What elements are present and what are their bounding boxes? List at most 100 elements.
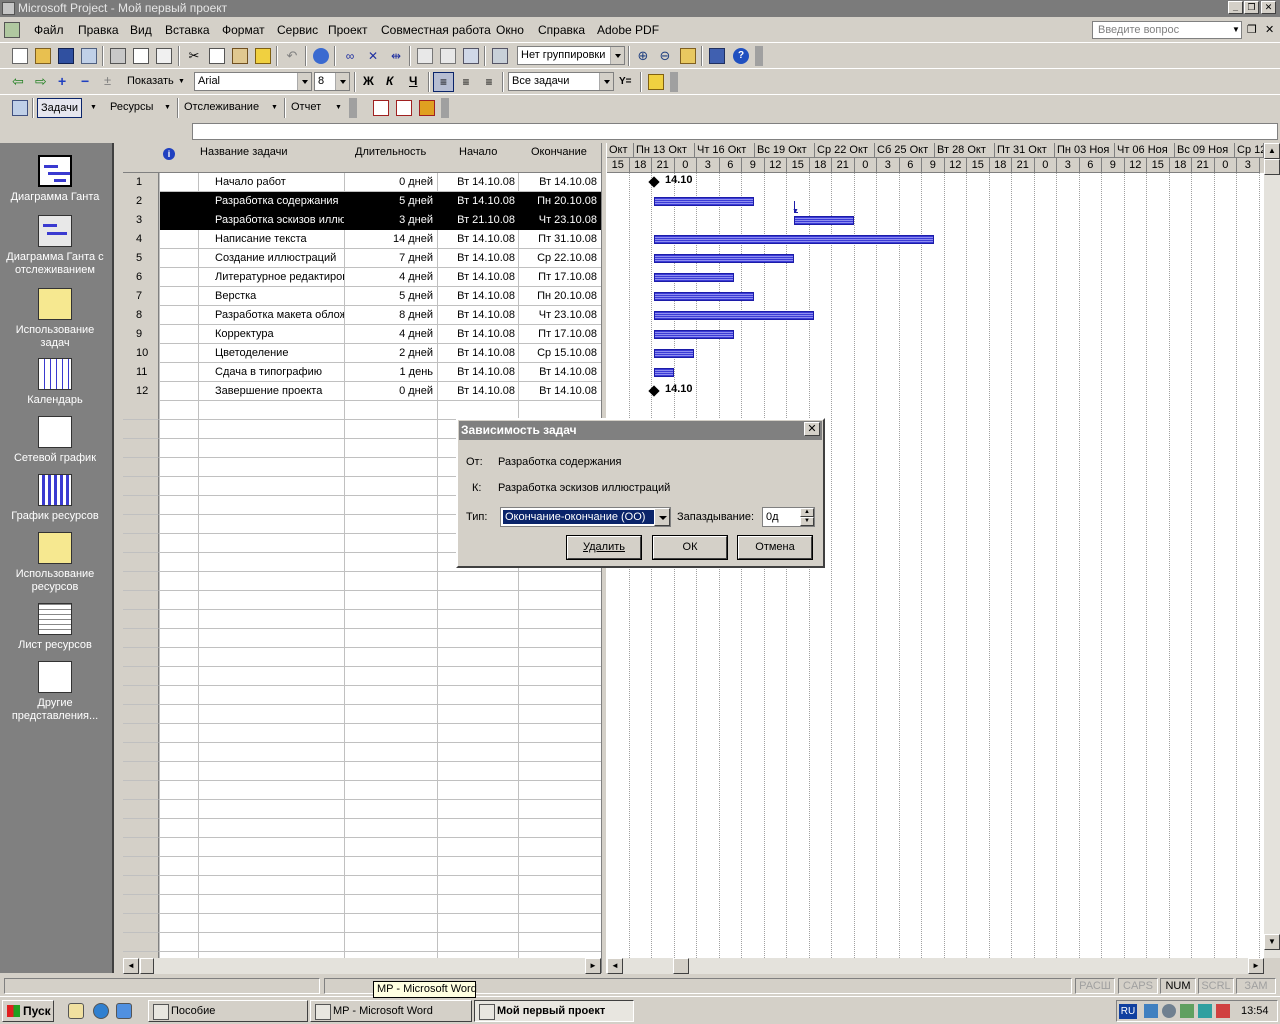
scroll-up-icon[interactable]: ▲ xyxy=(1264,143,1280,159)
pdf-email-icon[interactable] xyxy=(396,100,412,116)
start-cell[interactable]: Вт 14.10.08 xyxy=(437,249,518,268)
dialog-close-icon[interactable]: ✕ xyxy=(804,422,820,436)
row-id[interactable]: 4 xyxy=(123,230,159,249)
language-indicator[interactable]: RU xyxy=(1119,1004,1137,1019)
finish-cell[interactable]: Пт 17.10.08 xyxy=(519,325,599,344)
notes-icon[interactable] xyxy=(440,48,456,64)
start-cell[interactable]: Вт 14.10.08 xyxy=(437,230,518,249)
row-id[interactable]: 9 xyxy=(123,325,159,344)
duration-cell[interactable]: 7 дней xyxy=(345,249,436,268)
row-cells[interactable]: Разработка содержания 5 дней Вт 14.10.08 Пн… xyxy=(160,192,601,211)
gantt-scroll-left-icon[interactable]: ◄ xyxy=(607,958,623,974)
gantt-vscrollbar[interactable]: ▲ ▼ xyxy=(1264,143,1280,958)
start-cell[interactable]: Вт 14.10.08 xyxy=(437,306,518,325)
task-bar[interactable] xyxy=(654,330,734,339)
row-cells[interactable]: Разработка макета обложки 8 дней Вт 14.10.… xyxy=(160,306,601,325)
view-network-diagram[interactable]: Сетевой график xyxy=(0,416,110,465)
row-id[interactable]: 3 xyxy=(123,211,159,230)
view-resource-sheet[interactable]: Лист ресурсов xyxy=(0,603,110,652)
question-dropdown-icon[interactable]: ▼ xyxy=(1232,25,1240,34)
start-cell[interactable]: Вт 14.10.08 xyxy=(437,382,518,401)
pdf-review-icon[interactable] xyxy=(419,100,435,116)
tray-icon-4[interactable] xyxy=(1198,1004,1212,1018)
finish-cell[interactable]: Пт 31.10.08 xyxy=(519,230,599,249)
scroll-right-icon[interactable]: ► xyxy=(585,958,601,974)
task-name-cell[interactable]: Написание текста xyxy=(215,230,344,249)
tray-icon-2[interactable] xyxy=(1162,1004,1176,1018)
task-bar[interactable] xyxy=(654,235,934,244)
menu-view[interactable]: Вид xyxy=(130,23,152,37)
doc-restore-icon[interactable]: ❐ xyxy=(1247,23,1257,36)
tasks-button[interactable]: Задачи xyxy=(37,98,82,118)
empty-row-header[interactable] xyxy=(123,515,159,534)
task-name-cell[interactable]: Создание иллюстраций xyxy=(215,249,344,268)
task-name-cell[interactable]: Литературное редактирование xyxy=(215,268,344,287)
row-id[interactable]: 12 xyxy=(123,382,159,401)
task-bar[interactable] xyxy=(794,216,854,225)
empty-row-header[interactable] xyxy=(123,819,159,838)
empty-row-header[interactable] xyxy=(123,648,159,667)
lag-down-icon[interactable]: ▼ xyxy=(800,517,814,526)
task-name-cell[interactable]: Верстка xyxy=(215,287,344,306)
empty-row-header[interactable] xyxy=(123,477,159,496)
row-cells[interactable]: Цветоделение 2 дней Вт 14.10.08 Ср 15.10.08 xyxy=(160,344,601,363)
task-bar[interactable] xyxy=(654,368,674,377)
table-row[interactable]: 9 Корректура 4 дней Вт 14.10.08 Пт 17.10.08 xyxy=(123,325,601,344)
row-id[interactable]: 1 xyxy=(123,173,159,192)
zoom-in-icon[interactable]: ⊕ xyxy=(635,48,651,64)
task-name-cell[interactable]: Начало работ xyxy=(215,173,344,192)
start-cell[interactable]: Вт 14.10.08 xyxy=(437,192,518,211)
duration-cell[interactable]: 8 дней xyxy=(345,306,436,325)
indent-icon[interactable]: ⇨ xyxy=(35,74,51,90)
finish-cell[interactable]: Ср 15.10.08 xyxy=(519,344,599,363)
outdent-icon[interactable]: ⇦ xyxy=(12,74,28,90)
table-row[interactable]: 7 Верстка 5 дней Вт 14.10.08 Пн 20.10.08 xyxy=(123,287,601,306)
finish-cell[interactable]: Вт 14.10.08 xyxy=(519,363,599,382)
assign-resources-icon[interactable] xyxy=(463,48,479,64)
unlink-tasks-icon[interactable]: ✕ xyxy=(365,48,381,64)
align-center-icon[interactable]: ≡ xyxy=(458,74,474,90)
empty-row-header[interactable] xyxy=(123,838,159,857)
scroll-down-icon[interactable]: ▼ xyxy=(1264,934,1280,950)
cut-icon[interactable]: ✂ xyxy=(186,48,202,64)
type-dropdown-icon[interactable] xyxy=(654,508,670,526)
row-cells[interactable]: Сдача в типографию 1 день Вт 14.10.08 Вт 14… xyxy=(160,363,601,382)
table-hscrollbar[interactable]: ◄ ► xyxy=(123,958,601,974)
project-guide-icon[interactable] xyxy=(12,100,28,116)
view-more-views[interactable]: Другие представления... xyxy=(0,661,110,723)
taskbar-button-word[interactable]: MP - Microsoft Word xyxy=(310,1000,472,1022)
table-row[interactable]: 1 Начало работ 0 дней Вт 14.10.08 Вт 14.10.0… xyxy=(123,173,601,192)
empty-row-header[interactable] xyxy=(123,629,159,648)
duration-cell[interactable]: 5 дней xyxy=(345,192,436,211)
empty-row-header[interactable] xyxy=(123,857,159,876)
row-cells[interactable]: Завершение проекта 0 дней Вт 14.10.08 Вт 14… xyxy=(160,382,601,401)
resources-button[interactable]: Ресурсы xyxy=(110,101,153,113)
finish-cell[interactable]: Чт 23.10.08 xyxy=(519,211,599,230)
lag-input[interactable]: 0д ▲ ▼ xyxy=(762,507,815,527)
start-cell[interactable]: Вт 14.10.08 xyxy=(437,173,518,192)
link-tasks-icon[interactable]: ∞ xyxy=(342,48,358,64)
info-icon[interactable]: i xyxy=(163,148,175,160)
zoom-out-icon[interactable]: ⊖ xyxy=(657,48,673,64)
empty-row-header[interactable] xyxy=(123,876,159,895)
empty-row-header[interactable] xyxy=(123,439,159,458)
doc-close-icon[interactable]: ✕ xyxy=(1265,23,1274,36)
task-name-cell[interactable]: Разработка макета обложки xyxy=(215,306,344,325)
task-bar[interactable] xyxy=(654,292,754,301)
empty-row-header[interactable] xyxy=(123,553,159,572)
spelling-icon[interactable] xyxy=(156,48,172,64)
finish-cell[interactable]: Вт 14.10.08 xyxy=(519,382,599,401)
report-button[interactable]: Отчет xyxy=(291,101,321,113)
split-task-icon[interactable]: ⇹ xyxy=(388,48,404,64)
entry-field[interactable] xyxy=(192,123,1278,140)
task-name-cell[interactable]: Разработка содержания xyxy=(215,192,344,211)
empty-row-header[interactable] xyxy=(123,496,159,515)
row-cells[interactable]: Литературное редактирование4 днейВт 14.1… xyxy=(160,268,601,287)
delete-button[interactable]: Удалить xyxy=(566,535,642,560)
row-id[interactable]: 10 xyxy=(123,344,159,363)
copy-picture-icon[interactable] xyxy=(492,48,508,64)
empty-row-header[interactable] xyxy=(123,705,159,724)
task-name-cell[interactable]: Цветоделение xyxy=(215,344,344,363)
table-row[interactable]: 11 Сдача в типографию 1 день Вт 14.10.08 Вт … xyxy=(123,363,601,382)
header-duration[interactable]: Длительность xyxy=(355,146,426,158)
